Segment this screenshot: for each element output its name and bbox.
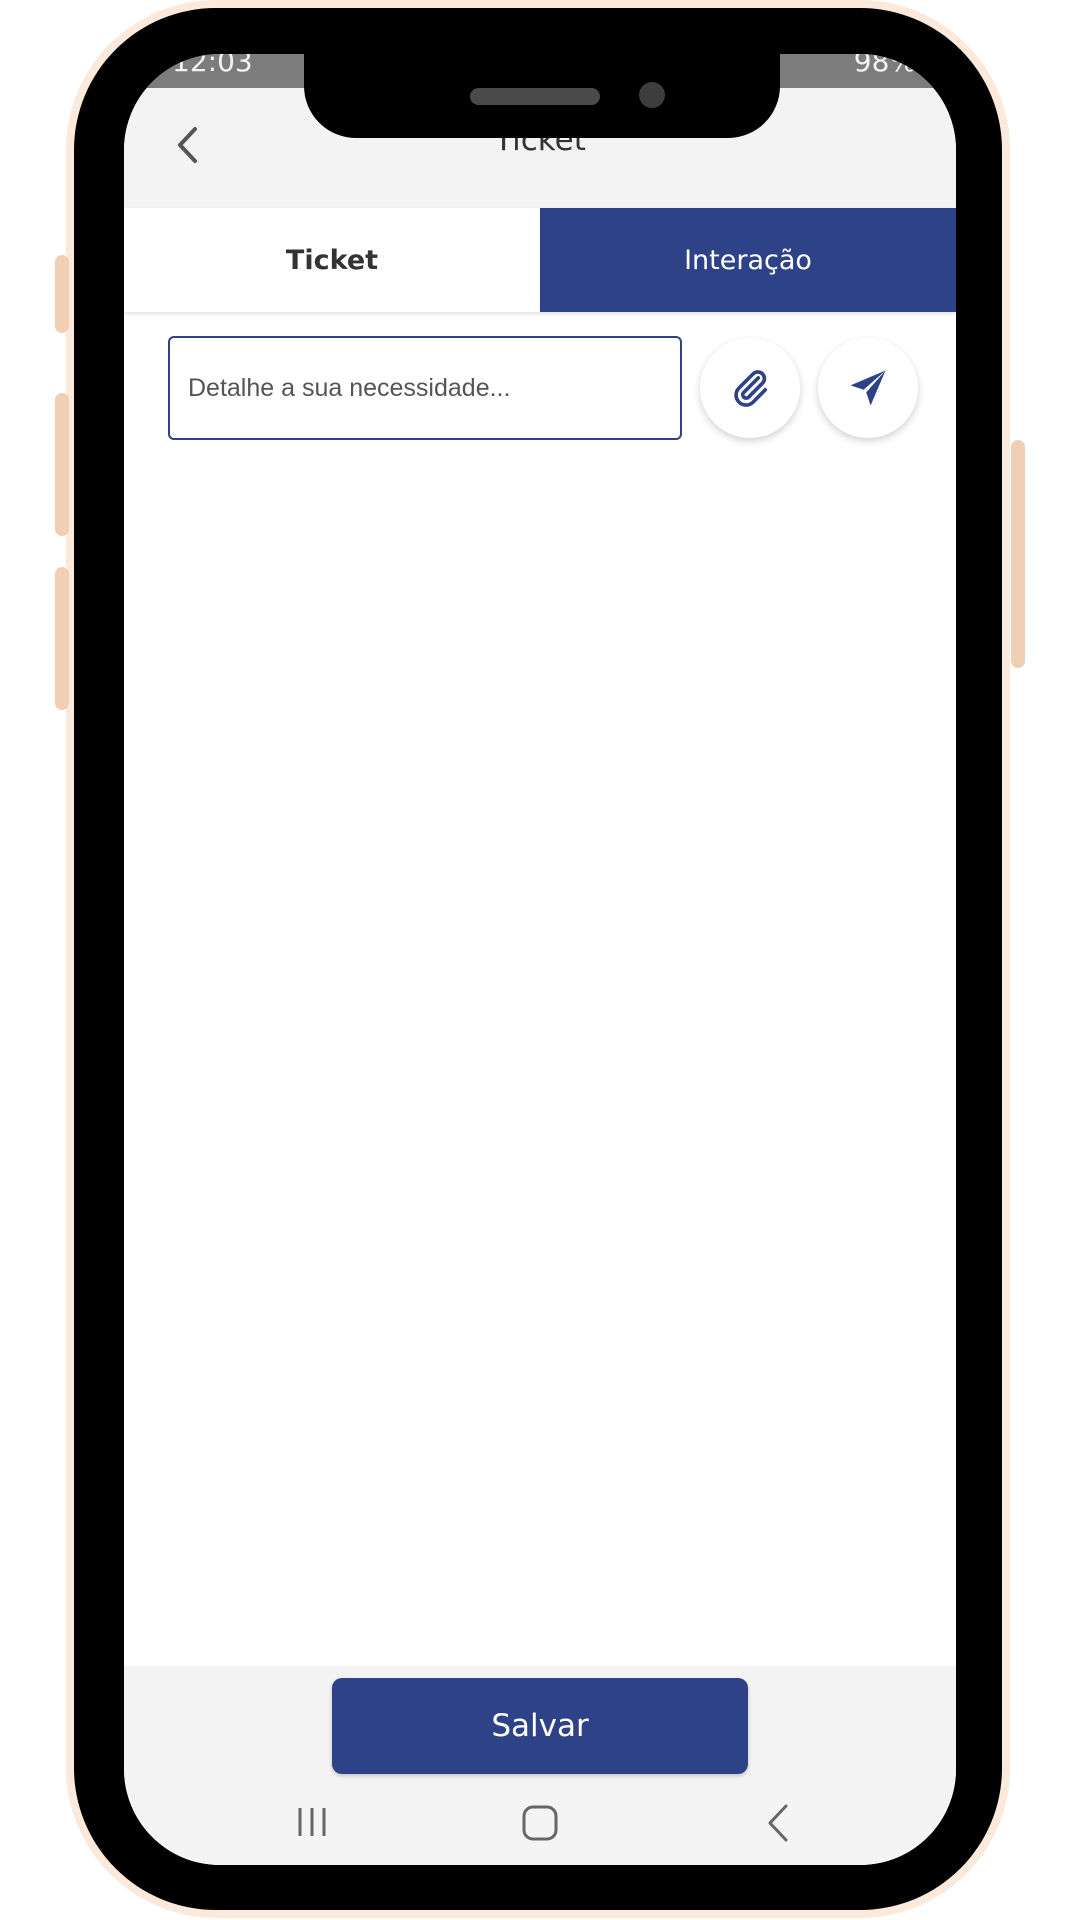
status-time: 12:03: [172, 54, 253, 78]
save-button[interactable]: Salvar: [332, 1678, 748, 1774]
screen: 12:03 98% Ticket Ticket Interação Salvar: [124, 54, 956, 1865]
tab-bar: Ticket Interação: [124, 208, 956, 312]
bottom-bar: Salvar: [124, 1666, 956, 1865]
notch: [304, 54, 780, 138]
recents-icon[interactable]: [292, 1802, 332, 1842]
tab-label: Ticket: [285, 244, 379, 276]
paperclip-icon: [734, 370, 768, 407]
paper-plane-icon: [850, 370, 886, 406]
volume-button: [55, 255, 69, 333]
tab-ticket[interactable]: Ticket: [124, 208, 540, 312]
tab-label: Interação: [684, 244, 812, 276]
speaker: [470, 88, 600, 105]
nav-back-icon[interactable]: [760, 1802, 796, 1844]
home-icon[interactable]: [519, 1802, 561, 1844]
send-button[interactable]: [818, 338, 918, 438]
battery-level: 98%: [853, 54, 916, 78]
message-input[interactable]: [168, 336, 682, 440]
volume-button: [55, 393, 69, 536]
volume-button: [55, 567, 69, 710]
power-button: [1011, 440, 1025, 668]
attach-button[interactable]: [700, 338, 800, 438]
tab-interacao[interactable]: Interação: [540, 208, 956, 312]
camera: [639, 82, 665, 108]
system-nav-bar: [124, 1784, 956, 1865]
